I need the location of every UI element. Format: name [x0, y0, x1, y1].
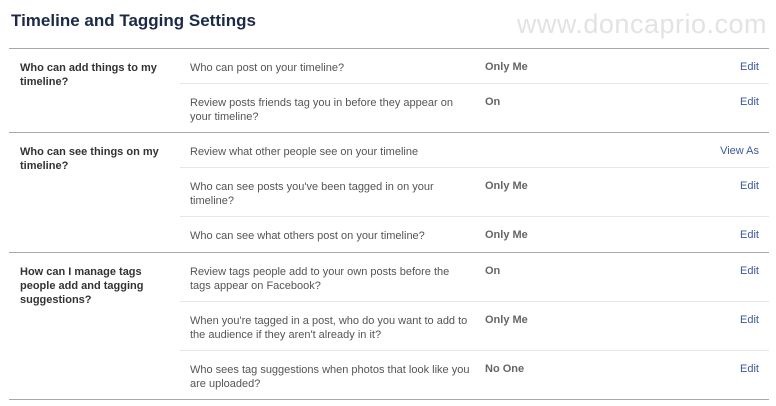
edit-link[interactable]: Edit — [740, 229, 759, 241]
setting-row: Review what other people see on your tim… — [180, 133, 769, 168]
edit-link[interactable]: Edit — [740, 61, 759, 73]
setting-value: Only Me — [485, 61, 528, 73]
setting-label: Review tags people add to your own posts… — [190, 266, 450, 292]
edit-link[interactable]: Edit — [740, 314, 759, 326]
section-manage-tags: How can I manage tags people add and tag… — [9, 253, 769, 400]
setting-row: Review posts friends tag you in before t… — [180, 84, 769, 133]
setting-value: No One — [485, 363, 525, 375]
setting-row: Who can see what others post on your tim… — [180, 217, 769, 253]
setting-row: Who can post on your timeline? Only Me E… — [180, 49, 769, 84]
section-see-things: Who can see things on my timeline? Revie… — [9, 133, 769, 253]
watermark: www.doncaprio.com — [516, 9, 767, 39]
setting-label: Review what other people see on your tim… — [190, 146, 419, 158]
page-title: Timeline and Tagging Settings — [11, 11, 256, 30]
setting-label: Who can see posts you've been tagged in … — [190, 181, 434, 207]
setting-value: On — [485, 96, 501, 108]
setting-value: On — [485, 265, 501, 277]
section-title: Who can add things to my timeline? — [20, 62, 157, 88]
setting-label: When you're tagged in a post, who do you… — [190, 315, 468, 341]
setting-label: Review posts friends tag you in before t… — [190, 97, 453, 123]
setting-label: Who can see what others post on your tim… — [190, 230, 425, 242]
setting-value: Only Me — [485, 314, 528, 326]
setting-row: Review tags people add to your own posts… — [180, 253, 769, 302]
edit-link[interactable]: Edit — [740, 96, 759, 108]
setting-value: Only Me — [485, 229, 528, 241]
section-divider — [9, 399, 769, 400]
edit-link[interactable]: Edit — [740, 180, 759, 192]
setting-row: Who can see posts you've been tagged in … — [180, 168, 769, 217]
edit-link[interactable]: Edit — [740, 265, 759, 277]
settings-header: Timeline and Tagging Settings www.doncap… — [11, 9, 771, 49]
section-title: How can I manage tags people add and tag… — [20, 266, 144, 306]
setting-label: Who sees tag suggestions when photos tha… — [190, 364, 470, 390]
setting-label: Who can post on your timeline? — [190, 62, 345, 74]
view-as-link[interactable]: View As — [720, 145, 759, 157]
setting-value: Only Me — [485, 180, 528, 192]
setting-row: Who sees tag suggestions when photos tha… — [180, 351, 769, 400]
setting-row: When you're tagged in a post, who do you… — [180, 302, 769, 351]
edit-link[interactable]: Edit — [740, 363, 759, 375]
section-add-things: Who can add things to my timeline? Who c… — [9, 49, 769, 133]
section-title: Who can see things on my timeline? — [20, 146, 159, 172]
